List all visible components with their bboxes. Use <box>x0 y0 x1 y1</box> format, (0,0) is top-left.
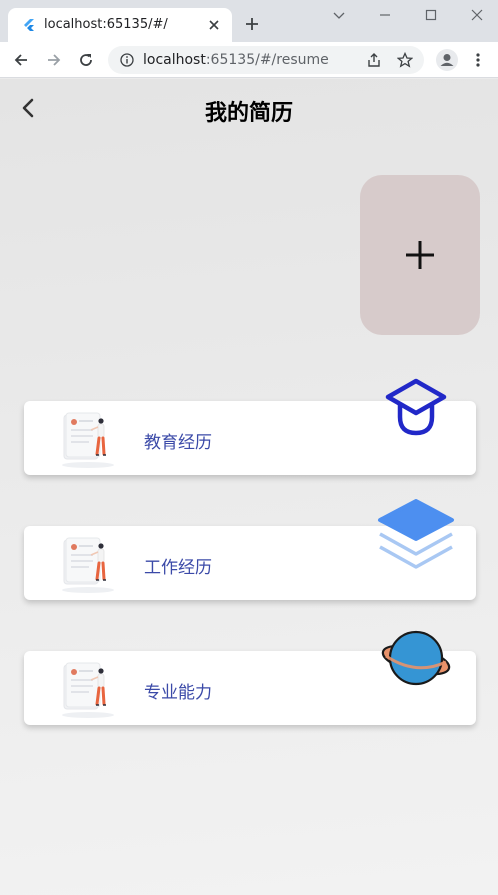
site-info-icon[interactable] <box>120 53 134 67</box>
address-bar: localhost:65135/#/resume <box>0 42 498 78</box>
url-field[interactable]: localhost:65135/#/resume <box>108 46 424 74</box>
url-path: :65135/#/resume <box>205 52 329 68</box>
forward-arrow-icon[interactable] <box>46 52 62 68</box>
planet-icon <box>381 630 451 686</box>
section-label: 教育经历 <box>144 433 212 453</box>
app-viewport: 我的简历 教育经历 工作经历 专业能力 <box>0 79 498 895</box>
resume-illustration-icon <box>62 412 114 468</box>
section-label: 专业能力 <box>144 683 212 703</box>
close-tab-icon[interactable] <box>208 19 220 31</box>
page-title: 我的简历 <box>204 101 293 126</box>
graduation-cap-icon <box>385 378 447 436</box>
bookmark-star-icon[interactable] <box>397 52 413 68</box>
reload-icon[interactable] <box>78 52 94 68</box>
plus-icon <box>406 241 434 269</box>
minimize-icon[interactable] <box>378 8 392 22</box>
maximize-icon[interactable] <box>424 8 438 22</box>
url-host: localhost <box>143 52 206 68</box>
browser-tab-strip: localhost:65135/#/ <box>0 0 498 42</box>
back-arrow-icon[interactable] <box>13 52 29 68</box>
flutter-favicon-icon <box>24 19 34 31</box>
tab-title: localhost:65135/#/ <box>44 17 168 32</box>
profile-avatar-icon[interactable] <box>436 49 458 71</box>
close-window-icon[interactable] <box>470 8 484 22</box>
browser-menu-icon[interactable] <box>472 52 484 68</box>
add-section-button[interactable] <box>360 175 480 335</box>
section-label: 工作经历 <box>144 558 212 578</box>
tab-search-chevron-icon[interactable] <box>332 8 346 22</box>
layers-icon <box>378 499 454 569</box>
share-icon[interactable] <box>366 52 382 68</box>
resume-illustration-icon <box>62 662 114 718</box>
browser-tab[interactable]: localhost:65135/#/ <box>8 8 232 42</box>
resume-illustration-icon <box>62 537 114 593</box>
new-tab-icon[interactable] <box>245 17 259 31</box>
url-text: localhost:65135/#/resume <box>143 52 329 68</box>
